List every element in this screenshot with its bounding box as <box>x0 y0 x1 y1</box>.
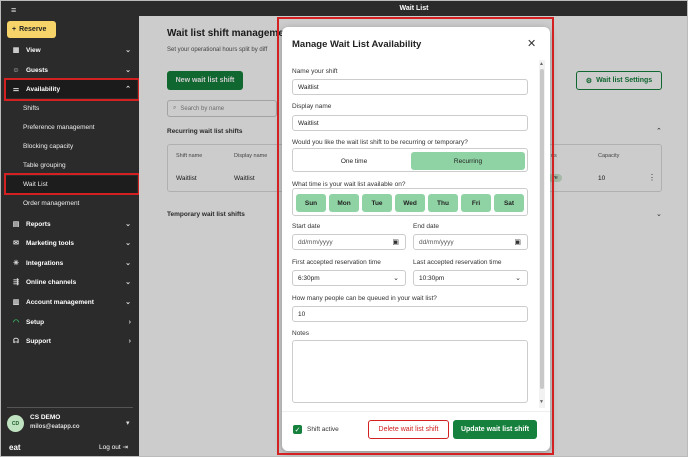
integrations-icon: ✳ <box>13 260 19 267</box>
gauge-icon: ◠ <box>12 319 20 326</box>
highlight-wait-list <box>4 173 140 195</box>
eat-logo: eat <box>9 443 21 452</box>
grid-icon: ▦ <box>12 47 20 54</box>
sidebar-item-marketing-tools[interactable]: ✉ Marketing tools ⌄ <box>5 234 137 252</box>
logout-icon: ⇥ <box>122 444 128 451</box>
sidebar-item-account-management[interactable]: ▥ Account management ⌄ <box>5 293 137 311</box>
headset-icon: ☊ <box>12 338 20 345</box>
user-name: CS DEMO <box>30 414 61 421</box>
sidebar-sub-order-management[interactable]: Order management <box>5 195 137 212</box>
chevron-down-icon: ⌄ <box>125 67 131 74</box>
sidebar-sub-blocking-capacity[interactable]: Blocking capacity <box>5 138 137 155</box>
chevron-right-icon: › <box>128 337 131 345</box>
chevron-down-icon: ⌄ <box>125 279 131 286</box>
mail-icon: ✉ <box>13 240 19 247</box>
report-icon: ▤ <box>12 221 20 228</box>
plus-icon: + <box>12 26 17 33</box>
app-window: ≡ + Reserve ▦ View ⌄ ☺ Guests ⌄ ⚌ Availa… <box>0 0 688 457</box>
chevron-down-icon: ⌄ <box>125 240 131 247</box>
topbar: Wait List <box>139 1 687 16</box>
sidebar: ≡ + Reserve ▦ View ⌄ ☺ Guests ⌄ ⚌ Availa… <box>1 1 140 456</box>
chevron-down-icon: ⌄ <box>125 299 131 306</box>
page-header-title: Wait List <box>399 5 429 12</box>
sidebar-sub-shifts[interactable]: Shifts <box>5 100 137 117</box>
sidebar-divider <box>7 407 133 408</box>
channels-icon: ⇶ <box>13 279 19 286</box>
highlight-availability <box>4 78 140 101</box>
chevron-right-icon: › <box>128 318 131 326</box>
user-menu-chevron-icon[interactable]: ▾ <box>126 419 130 427</box>
chevron-down-icon: ⌄ <box>125 221 131 228</box>
sidebar-item-support[interactable]: ☊ Support › <box>5 332 137 350</box>
sidebar-item-guests[interactable]: ☺ Guests ⌄ <box>5 61 137 79</box>
building-icon: ▥ <box>12 299 20 306</box>
avatar[interactable]: CD <box>7 415 24 432</box>
user-email: milos@eatapp.co <box>30 424 80 430</box>
sidebar-sub-preference-management[interactable]: Preference management <box>5 119 137 136</box>
sidebar-item-view[interactable]: ▦ View ⌄ <box>5 41 137 59</box>
sidebar-item-setup[interactable]: ◠ Setup › <box>5 313 137 331</box>
people-icon: ☺ <box>12 66 20 74</box>
menu-toggle-icon[interactable]: ≡ <box>11 5 16 15</box>
chevron-down-icon: ⌄ <box>125 260 131 267</box>
sidebar-item-online-channels[interactable]: ⇶ Online channels ⌄ <box>5 273 137 291</box>
chevron-down-icon: ⌄ <box>125 47 131 54</box>
logout-button[interactable]: Log out ⇥ <box>99 443 128 451</box>
sidebar-sub-table-grouping[interactable]: Table grouping <box>5 157 137 174</box>
sidebar-item-integrations[interactable]: ✳ Integrations ⌄ <box>5 254 137 272</box>
highlight-modal <box>277 17 554 455</box>
reserve-button[interactable]: + Reserve <box>7 21 56 38</box>
sidebar-item-reports[interactable]: ▤ Reports ⌄ <box>5 215 137 233</box>
